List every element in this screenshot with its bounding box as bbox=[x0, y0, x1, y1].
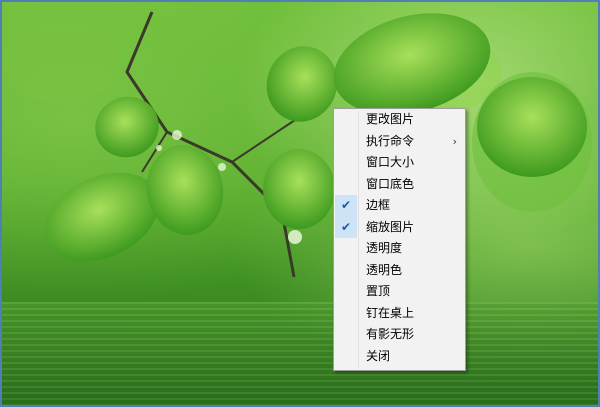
menu-item-label: 窗口底色 bbox=[366, 176, 415, 191]
checkmark-icon bbox=[335, 346, 357, 368]
checkmark-icon bbox=[335, 238, 357, 260]
menu-item-run-command[interactable]: 执行命令 › bbox=[334, 131, 465, 153]
menu-item-change-image[interactable]: 更改图片 bbox=[334, 109, 465, 131]
menu-item-label: 钉在桌上 bbox=[366, 305, 415, 320]
context-menu: 更改图片执行命令 › 窗口大小窗口底色 ✔ 边框 ✔ 缩放图片透明度透明色置顶钉在桌上有影无… bbox=[333, 108, 466, 371]
menu-item-label: 置顶 bbox=[366, 284, 391, 298]
checkmark-icon: ✔ bbox=[335, 216, 357, 238]
menu-item-label: 执行命令 bbox=[366, 133, 415, 148]
menu-item-label: 更改图片 bbox=[366, 112, 415, 126]
menu-item-opacity[interactable]: 透明度 bbox=[334, 238, 465, 260]
menu-item-window-background-color[interactable]: 窗口底色 bbox=[334, 174, 465, 196]
menu-item-label: 透明色 bbox=[366, 262, 403, 277]
menu-item-label: 透明度 bbox=[366, 241, 403, 255]
checkmark-icon bbox=[335, 303, 357, 325]
checkmark-icon: ✔ bbox=[335, 195, 357, 217]
menu-item-pin-to-desktop[interactable]: 钉在桌上 bbox=[334, 303, 465, 325]
checkmark-icon bbox=[335, 174, 357, 196]
menu-item-click-through[interactable]: 有影无形 bbox=[334, 324, 465, 346]
menu-item-label: 边框 bbox=[366, 198, 391, 212]
submenu-arrow-icon: › bbox=[452, 134, 457, 148]
menu-item-label: 缩放图片 bbox=[366, 219, 415, 234]
menu-item-scale-image[interactable]: ✔ 缩放图片 bbox=[334, 216, 465, 238]
checkmark-icon bbox=[335, 131, 357, 153]
menu-item-close[interactable]: 关闭 bbox=[334, 346, 465, 368]
menu-item-always-on-top[interactable]: 置顶 bbox=[334, 281, 465, 303]
menu-item-label: 窗口大小 bbox=[366, 155, 415, 169]
checkmark-icon bbox=[335, 281, 357, 303]
checkmark-icon bbox=[335, 109, 357, 131]
menu-item-window-size[interactable]: 窗口大小 bbox=[334, 152, 465, 174]
menu-item-border[interactable]: ✔ 边框 bbox=[334, 195, 465, 217]
menu-item-label: 关闭 bbox=[366, 348, 391, 363]
checkmark-icon bbox=[335, 152, 357, 174]
water-reflection bbox=[2, 302, 598, 405]
menu-item-label: 有影无形 bbox=[366, 327, 415, 341]
checkmark-icon bbox=[335, 324, 357, 346]
menu-item-transparent-color[interactable]: 透明色 bbox=[334, 260, 465, 282]
wallpaper-image-window[interactable] bbox=[2, 2, 598, 405]
checkmark-icon bbox=[335, 260, 357, 282]
